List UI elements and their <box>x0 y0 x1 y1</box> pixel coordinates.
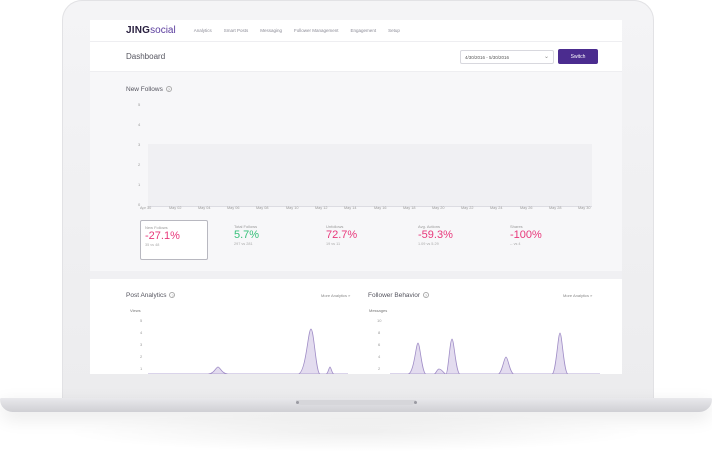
laptop-shadow <box>60 412 652 452</box>
x-tick-label: May 12 <box>315 206 328 210</box>
help-icon[interactable]: ? <box>423 292 430 299</box>
messages-axis-title: Messages <box>369 308 388 313</box>
nav-item-analytics[interactable]: Analytics <box>194 28 212 33</box>
page-header: Dashboard 4/30/2016 - 5/30/2016 ⌄ Switch <box>90 42 622 72</box>
x-tick-label: May 30 <box>578 206 591 210</box>
kpi-value: 5.7% <box>234 229 260 241</box>
kpi-label: Total Follows <box>234 224 258 229</box>
analytics-panels: Post Analytics? More Analytics » Views 5… <box>90 279 622 374</box>
x-tick-label: May 26 <box>520 206 533 210</box>
y-tick-label: 2 <box>378 366 381 371</box>
kpi-unfollows[interactable]: Unfollows 72.7% 19 vs 11 <box>322 220 390 260</box>
kpi-label: Shares <box>510 224 523 229</box>
kpi-new-follows[interactable]: New Follows -27.1% 35 vs 48 <box>140 220 208 260</box>
y-tick-label: 2 <box>140 354 143 359</box>
switch-button[interactable]: Switch <box>558 49 598 64</box>
kpi-value: 72.7% <box>326 229 358 241</box>
help-icon[interactable]: ? <box>169 292 176 299</box>
follower-behavior-area-chart <box>390 332 600 374</box>
kpi-value: -59.3% <box>418 229 453 241</box>
nav-item-engagement[interactable]: Engagement <box>351 28 377 33</box>
logo-wordmark-light[interactable]: social <box>150 25 176 36</box>
kpi-shares[interactable]: Shares -100% -- vs 4 <box>506 220 574 260</box>
y-tick-label: 3 <box>140 342 143 347</box>
y-tick-label: 2 <box>138 162 141 167</box>
x-tick-label: May 08 <box>256 206 269 210</box>
app-screen: JING social Analytics Smart Posts Messag… <box>90 20 622 374</box>
x-tick-label: May 16 <box>374 206 387 210</box>
nav-item-follower-management[interactable]: Follower Management <box>294 28 339 33</box>
y-tick-label: 1 <box>140 366 143 371</box>
kpi-avg-actions[interactable]: Avg. Actions -59.3% 1.09 vs 5.29 <box>414 220 482 260</box>
kpi-label: Avg. Actions <box>418 224 440 229</box>
y-tick-label: 5 <box>138 102 141 107</box>
kpi-subtext: 1.09 vs 5.29 <box>418 242 439 246</box>
x-tick-label: May 10 <box>286 206 299 210</box>
nav-item-setup[interactable]: Setup <box>388 28 400 33</box>
y-tick-label: 1 <box>138 182 141 187</box>
x-tick-label: May 28 <box>549 206 562 210</box>
x-tick-label: May 22 <box>461 206 474 210</box>
section-divider <box>90 271 622 279</box>
x-tick-label: May 04 <box>198 206 211 210</box>
x-tick-label: Apr 30 <box>140 206 152 210</box>
kpi-subtext: 297 vs 281 <box>234 242 253 246</box>
page-title: Dashboard <box>126 52 166 61</box>
kpi-label: Unfollows <box>326 224 344 229</box>
kpi-value: -100% <box>510 229 542 241</box>
help-icon[interactable]: ? <box>165 86 172 93</box>
logo-wordmark-bold[interactable]: JING <box>126 25 150 36</box>
x-tick-label: May 20 <box>432 206 445 210</box>
y-tick-label: 5 <box>140 318 143 323</box>
laptop-notch <box>296 400 416 405</box>
post-analytics-more-link[interactable]: More Analytics » <box>321 293 350 298</box>
follower-behavior-title: Follower Behavior <box>368 292 421 299</box>
x-tick-label: May 02 <box>169 206 182 210</box>
kpi-subtext: -- vs 4 <box>510 242 521 246</box>
kpi-subtext: 35 vs 48 <box>145 243 160 247</box>
post-analytics-title-wrap: Post Analytics? <box>126 292 176 299</box>
nav-item-messaging[interactable]: Messaging <box>260 28 282 33</box>
date-range-select[interactable]: 4/30/2016 - 5/30/2016 ⌄ <box>460 50 554 64</box>
views-area <box>148 328 348 374</box>
y-tick-label: 8 <box>378 330 381 335</box>
laptop-foot-left <box>296 401 299 404</box>
post-analytics-title: Post Analytics <box>126 292 167 299</box>
date-range-value: 4/30/2016 - 5/30/2016 <box>465 55 510 60</box>
new-follows-title-wrap: New Follows? <box>126 86 172 93</box>
follower-behavior-title-wrap: Follower Behavior? <box>368 292 430 299</box>
y-tick-label: 4 <box>140 330 143 335</box>
y-tick-label: 4 <box>138 122 141 127</box>
laptop-foot-right <box>414 401 417 404</box>
y-tick-label: 6 <box>378 342 381 347</box>
post-analytics-area-chart <box>148 328 348 374</box>
kpi-value: -27.1% <box>145 230 180 242</box>
messages-area <box>390 332 600 374</box>
views-axis-title: Views <box>130 308 141 313</box>
kpi-label: New Follows <box>145 225 168 230</box>
chevron-down-icon: ⌄ <box>543 54 549 60</box>
y-tick-label: 4 <box>378 354 381 359</box>
chart-plot-area <box>148 144 592 206</box>
kpi-total-follows[interactable]: Total Follows 5.7% 297 vs 281 <box>230 220 298 260</box>
y-tick-label: 3 <box>138 142 141 147</box>
x-tick-label: May 14 <box>344 206 357 210</box>
x-tick-label: May 24 <box>490 206 503 210</box>
x-tick-label: May 06 <box>227 206 240 210</box>
kpi-subtext: 19 vs 11 <box>326 242 341 246</box>
nav-item-smart-posts[interactable]: Smart Posts <box>224 28 249 33</box>
follower-behavior-more-link[interactable]: More Analytics » <box>563 293 592 298</box>
x-tick-label: May 18 <box>403 206 416 210</box>
top-navigation: JING social Analytics Smart Posts Messag… <box>90 20 622 42</box>
new-follows-title: New Follows <box>126 86 163 93</box>
y-tick-label: 10 <box>377 318 382 323</box>
